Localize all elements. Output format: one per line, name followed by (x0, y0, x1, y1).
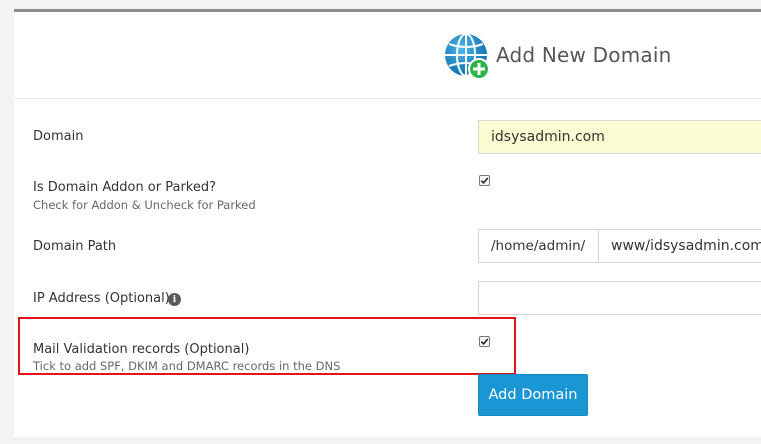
add-domain-button[interactable]: Add Domain (478, 374, 588, 416)
page-title: Add New Domain (496, 43, 672, 67)
addon-parked-label: Is Domain Addon or Parked? (33, 180, 217, 195)
checkmark-icon (480, 338, 489, 346)
mail-validation-label: Mail Validation records (Optional) (33, 342, 250, 357)
domain-path-label: Domain Path (33, 239, 117, 254)
addon-parked-hint: Check for Addon & Uncheck for Parked (33, 198, 256, 212)
domain-path-input[interactable]: www/idsysadmin.com (598, 229, 761, 263)
checkmark-icon (480, 177, 489, 185)
ip-address-input[interactable] (478, 281, 761, 315)
addon-parked-checkbox[interactable] (479, 175, 490, 186)
mail-validation-checkbox[interactable] (479, 336, 490, 347)
panel-header: Add New Domain (14, 12, 761, 99)
domain-path-prefix: /home/admin/ (478, 229, 599, 263)
add-domain-panel: Add New Domain Domain idsysadmin.com Is … (14, 9, 761, 437)
info-icon[interactable]: i (168, 293, 181, 306)
mail-validation-hint: Tick to add SPF, DKIM and DMARC records … (33, 359, 341, 373)
domain-input[interactable]: idsysadmin.com (478, 120, 761, 154)
domain-label: Domain (33, 129, 84, 144)
globe-add-icon (444, 33, 492, 81)
ip-address-label: IP Address (Optional) (33, 291, 170, 306)
